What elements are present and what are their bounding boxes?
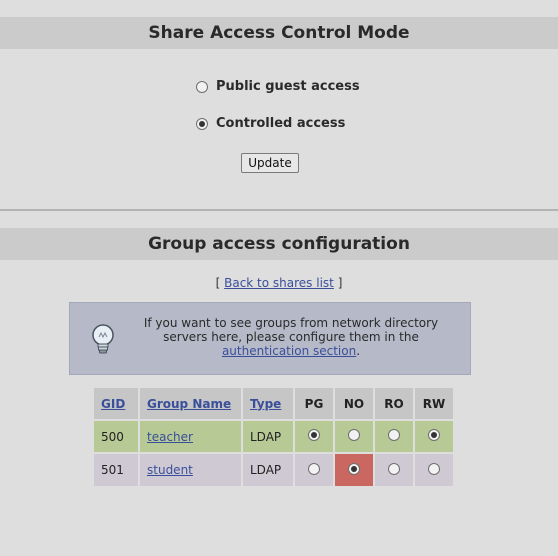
lightbulb-icon — [92, 324, 114, 354]
rw-cell — [415, 454, 453, 486]
table-row: 500 teacher LDAP — [94, 421, 453, 452]
bracket-close: ] — [337, 276, 343, 290]
back-link-row: [ Back to shares list ] — [0, 276, 558, 290]
type-header[interactable]: Type — [243, 388, 293, 419]
type-cell: LDAP — [243, 421, 293, 452]
pg-cell — [295, 421, 333, 452]
rw-cell — [415, 421, 453, 452]
type-sort-link[interactable]: Type — [250, 397, 281, 411]
access-mode-title: Share Access Control Mode — [0, 17, 558, 49]
no-header: NO — [335, 388, 373, 419]
table-row: 501 student LDAP — [94, 454, 453, 486]
group-link-student[interactable]: student — [147, 463, 193, 477]
teacher-rw-radio[interactable] — [428, 429, 440, 441]
info-line-1: If you want to see groups from network d… — [143, 316, 439, 330]
student-rw-radio[interactable] — [428, 462, 440, 475]
authentication-section-link[interactable]: authentication section — [222, 344, 356, 358]
bracket-open: [ — [215, 276, 221, 290]
info-line-2: servers here, please configure them in t… — [163, 330, 419, 344]
group-name-cell: teacher — [140, 421, 241, 452]
gid-sort-link[interactable]: GID — [101, 397, 125, 411]
info-text: If you want to see groups from network d… — [128, 316, 454, 358]
ro-cell — [375, 421, 413, 452]
group-name-cell: student — [140, 454, 241, 486]
student-pg-radio[interactable] — [308, 462, 320, 475]
back-to-shares-link[interactable]: Back to shares list — [224, 276, 334, 290]
group-access-title: Group access configuration — [0, 228, 558, 260]
type-cell: LDAP — [243, 454, 293, 486]
ro-cell — [375, 454, 413, 486]
group-link-teacher[interactable]: teacher — [147, 430, 193, 444]
info-box: If you want to see groups from network d… — [69, 302, 471, 375]
no-cell — [335, 421, 373, 452]
rw-header: RW — [415, 388, 453, 419]
teacher-no-radio[interactable] — [348, 429, 360, 441]
controlled-access-option[interactable]: Controlled access — [196, 116, 345, 131]
controlled-access-radio[interactable] — [196, 117, 208, 130]
teacher-ro-radio[interactable] — [388, 429, 400, 441]
teacher-pg-radio[interactable] — [308, 429, 320, 441]
update-button[interactable]: Update — [241, 153, 299, 173]
no-cell — [335, 454, 373, 486]
ro-header: RO — [375, 388, 413, 419]
info-period: . — [356, 344, 361, 358]
gid-cell: 501 — [94, 454, 138, 486]
student-ro-radio[interactable] — [388, 462, 400, 475]
student-no-radio[interactable] — [348, 462, 360, 475]
public-guest-access-radio[interactable] — [196, 80, 208, 93]
gid-cell: 500 — [94, 421, 138, 452]
group-name-sort-link[interactable]: Group Name — [147, 397, 231, 411]
gid-header[interactable]: GID — [94, 388, 138, 419]
public-guest-access-label: Public guest access — [216, 79, 360, 94]
pg-header: PG — [295, 388, 333, 419]
controlled-access-label: Controlled access — [216, 116, 346, 131]
groups-table: GID Group Name Type PG NO RO RW 500 teac… — [92, 386, 455, 488]
public-guest-access-option[interactable]: Public guest access — [196, 79, 360, 94]
table-header-row: GID Group Name Type PG NO RO RW — [94, 388, 453, 419]
info-line-3: authentication section. — [128, 344, 454, 358]
section-divider — [0, 209, 558, 211]
pg-cell — [295, 454, 333, 486]
group-name-header[interactable]: Group Name — [140, 388, 241, 419]
